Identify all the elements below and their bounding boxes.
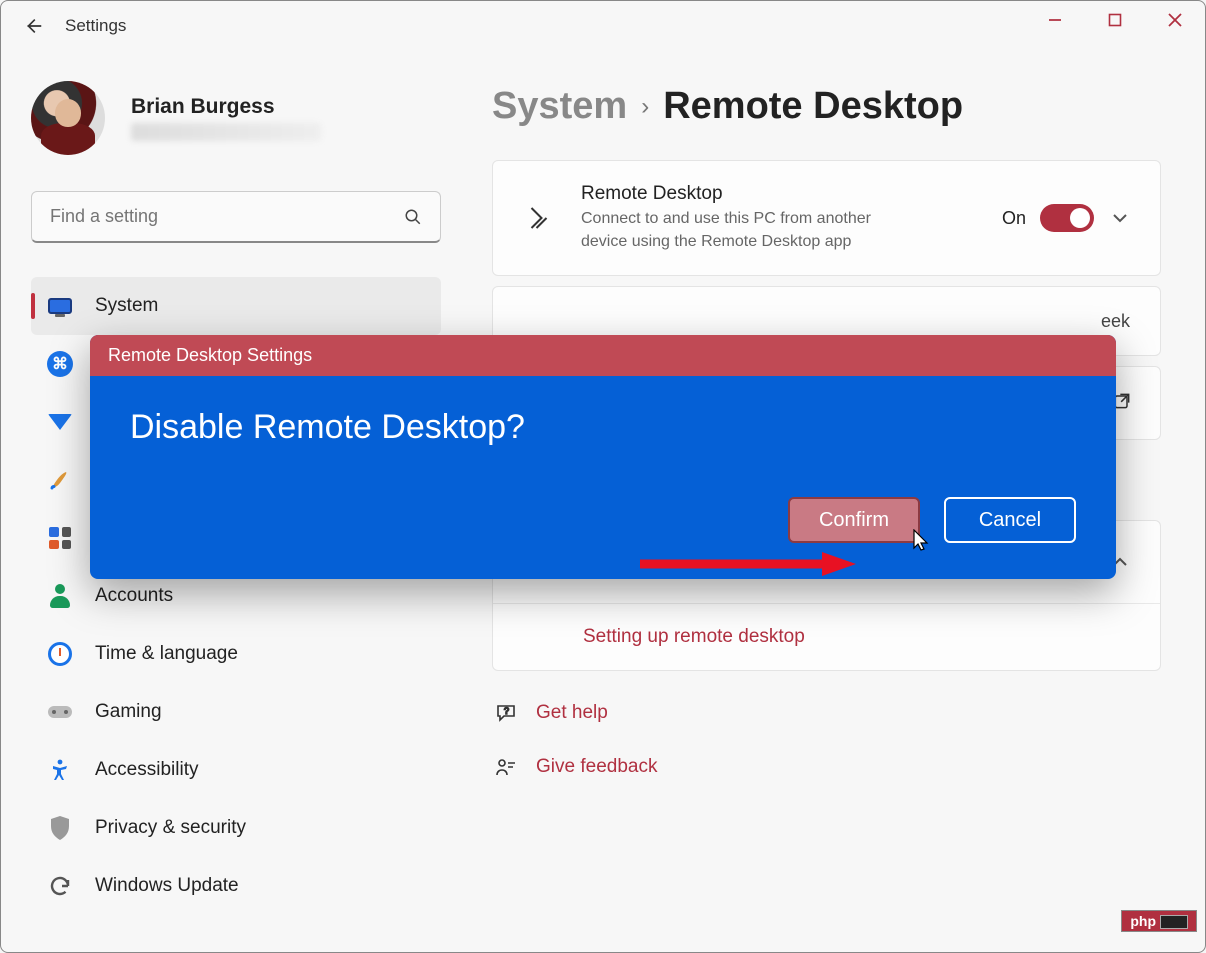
partial-text: eek <box>1101 311 1130 332</box>
give-feedback-label: Give feedback <box>536 756 657 778</box>
back-button[interactable] <box>19 12 47 40</box>
give-feedback-link[interactable]: Give feedback <box>494 755 1161 779</box>
close-button[interactable] <box>1145 3 1205 37</box>
person-icon <box>45 581 75 611</box>
card-subtitle: Connect to and use this PC from another … <box>581 207 891 253</box>
remote-desktop-card[interactable]: Remote Desktop Connect to and use this P… <box>492 160 1161 276</box>
nav-item-gaming[interactable]: Gaming <box>31 683 441 741</box>
bluetooth-icon: ⌘ <box>45 349 75 379</box>
search-input[interactable] <box>50 206 404 227</box>
dialog-question: Disable Remote Desktop? <box>130 408 1076 447</box>
settings-window: Settings Brian Burgess <box>0 0 1206 953</box>
nav-item-label: Windows Update <box>95 875 239 897</box>
card-title: Remote Desktop <box>581 183 1002 205</box>
remote-desktop-icon <box>517 203 561 233</box>
nav-item-label: Accessibility <box>95 759 198 781</box>
help-chat-icon: ? <box>494 701 518 725</box>
avatar <box>31 81 105 155</box>
minimize-button[interactable] <box>1025 3 1085 37</box>
breadcrumb: System › Remote Desktop <box>492 85 1161 128</box>
nav-item-windows-update[interactable]: Windows Update <box>31 857 441 915</box>
profile-block[interactable]: Brian Burgess <box>31 81 446 155</box>
nav-item-accessibility[interactable]: Accessibility <box>31 741 441 799</box>
svg-text:?: ? <box>504 706 509 716</box>
remote-desktop-toggle[interactable] <box>1040 204 1094 232</box>
titlebar: Settings <box>1 1 1205 51</box>
clock-icon <box>45 639 75 669</box>
brush-icon <box>45 465 75 495</box>
gamepad-icon <box>45 697 75 727</box>
minimize-icon <box>1048 13 1062 27</box>
nav-item-system[interactable]: System <box>31 277 441 335</box>
toggle-label: On <box>1002 208 1026 229</box>
get-help-link[interactable]: ? Get help <box>494 701 1161 725</box>
nav-item-label: Time & language <box>95 643 238 665</box>
dialog-title: Remote Desktop Settings <box>90 335 1116 376</box>
watermark-badge: php <box>1121 910 1197 932</box>
nav-item-privacy[interactable]: Privacy & security <box>31 799 441 857</box>
maximize-button[interactable] <box>1085 3 1145 37</box>
search-box[interactable] <box>31 191 441 243</box>
nav-item-label: Accounts <box>95 585 173 607</box>
maximize-icon <box>1108 13 1122 27</box>
confirm-button[interactable]: Confirm <box>788 497 920 543</box>
breadcrumb-parent[interactable]: System <box>492 85 627 128</box>
profile-email-redacted <box>131 123 321 141</box>
app-title: Settings <box>65 16 126 36</box>
apps-icon <box>45 523 75 553</box>
profile-name: Brian Burgess <box>131 95 321 119</box>
get-help-label: Get help <box>536 702 608 724</box>
annotation-arrow <box>636 550 856 578</box>
cancel-button[interactable]: Cancel <box>944 497 1076 543</box>
window-controls <box>1025 1 1205 39</box>
chevron-right-icon: › <box>641 93 649 121</box>
monitor-icon <box>45 291 75 321</box>
nav-item-label: System <box>95 295 158 317</box>
close-icon <box>1167 12 1183 28</box>
nav-item-label: Privacy & security <box>95 817 246 839</box>
search-icon <box>404 208 422 226</box>
help-link-setup[interactable]: Setting up remote desktop <box>493 603 1160 670</box>
update-icon <box>45 871 75 901</box>
badge-text: php <box>1130 913 1156 929</box>
accessibility-icon <box>45 755 75 785</box>
back-arrow-icon <box>22 15 44 37</box>
feedback-icon <box>494 755 518 779</box>
nav-item-time-language[interactable]: Time & language <box>31 625 441 683</box>
chevron-down-icon[interactable] <box>1108 206 1132 230</box>
nav-item-label: Gaming <box>95 701 162 723</box>
wifi-icon <box>45 407 75 437</box>
shield-icon <box>45 813 75 843</box>
confirm-dialog: Remote Desktop Settings Disable Remote D… <box>90 335 1116 579</box>
page-title: Remote Desktop <box>663 85 963 128</box>
